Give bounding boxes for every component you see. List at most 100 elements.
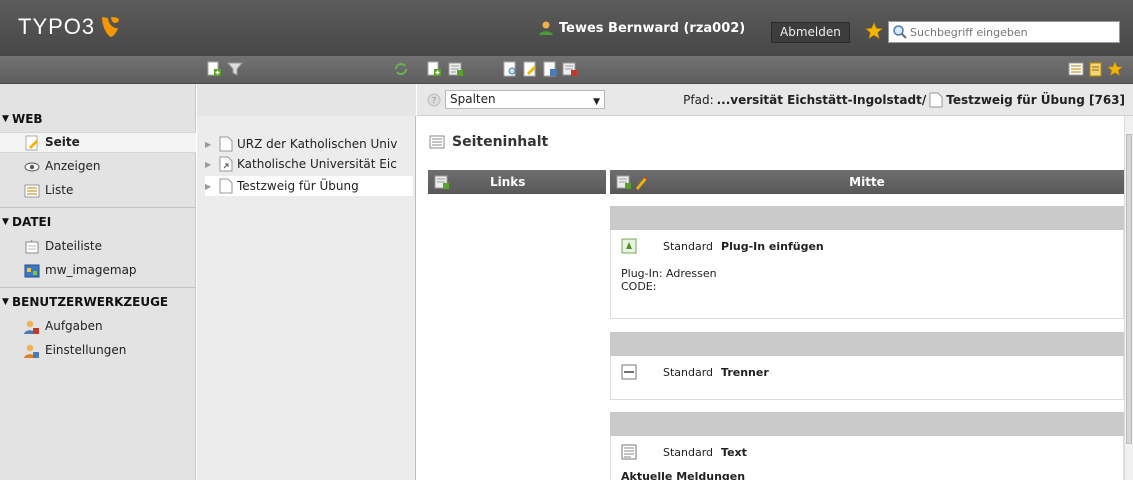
scrollbar-thumb[interactable] [1126, 134, 1132, 444]
expand-arrow-icon[interactable]: ▶ [205, 140, 215, 149]
content-element-type: Standard [663, 445, 714, 459]
content-element[interactable]: Standard Trenner [610, 356, 1124, 400]
page-icon [219, 136, 233, 152]
module-item-mw-imagemap[interactable]: mw_imagemap [0, 260, 196, 281]
column-header-links: Links [428, 170, 606, 194]
divider-icon[interactable] [621, 364, 637, 380]
user-menu[interactable]: Tewes Bernward (rza002) [538, 20, 745, 36]
file-list-icon [25, 239, 39, 253]
module-group-benutzerwerkzeuge[interactable]: BENUTZERWERKZEUGE [0, 295, 196, 309]
module-item-label: Liste [45, 183, 74, 197]
module-item-dateiliste[interactable]: Dateiliste [0, 236, 196, 257]
function-menu: ? Spalten ▼ [427, 90, 605, 109]
typo3-logo[interactable]: TYPO3 [18, 14, 121, 40]
module-group-datei[interactable]: DATEI [0, 215, 196, 229]
view-page-icon[interactable] [502, 61, 518, 77]
content-list-icon [429, 135, 445, 149]
function-select[interactable]: Spalten ▼ [445, 90, 605, 109]
clipboard-icon[interactable] [1088, 61, 1104, 77]
path-value: ...versität Eichstätt-Ingolstadt/ [716, 93, 927, 107]
content-element-title: Trenner [721, 365, 769, 379]
expand-arrow-icon[interactable]: ▶ [205, 182, 215, 191]
module-item-label: mw_imagemap [45, 263, 137, 277]
help-icon[interactable]: ? [427, 93, 441, 107]
module-item-label: Anzeigen [45, 159, 101, 173]
content-element-type: Standard [663, 365, 714, 379]
module-item-label: Aufgaben [45, 319, 103, 333]
tree-item[interactable]: ▶ URZ der Katholischen Univ [205, 134, 413, 154]
list-view-icon[interactable] [1068, 61, 1084, 77]
expand-arrow-icon[interactable]: ▶ [205, 160, 215, 169]
user-settings-icon [24, 344, 39, 358]
top-bar: TYPO3 Tewes Bernward (rza002) Abmelden [0, 0, 1133, 56]
refresh-icon[interactable] [393, 61, 409, 77]
content-element-head: Standard Plug-In einfügen [621, 238, 824, 254]
tree-item[interactable]: ▶ Katholische Universität Eic [205, 154, 413, 174]
content-element-type: Standard [663, 239, 714, 253]
new-content-element-icon[interactable] [434, 174, 450, 190]
breadcrumb: Pfad: ...versität Eichstätt-Ingolstadt/ … [683, 92, 1125, 108]
content-element[interactable]: Standard Plug-In einfügen Plug-In: Adres… [610, 230, 1124, 319]
page-title: Testzweig für Übung [763] [946, 93, 1125, 107]
module-item-einstellungen[interactable]: Einstellungen [0, 340, 196, 361]
add-shortcut-star-icon[interactable] [1107, 61, 1123, 77]
user-icon [539, 21, 553, 35]
new-page-icon[interactable] [206, 61, 222, 77]
tree-item-label: Testzweig für Übung [237, 179, 359, 193]
chevron-down-icon: ▼ [593, 97, 600, 107]
page-edit-icon [25, 135, 38, 150]
module-menu: WEB Seite Anzeigen Liste DATEI Dateilist… [0, 84, 196, 480]
imagemap-icon [24, 264, 40, 277]
module-item-liste[interactable]: Liste [0, 180, 196, 201]
section-title: Seiteninhalt [429, 134, 548, 150]
bookmark-star-icon[interactable] [865, 22, 883, 40]
content-element-head: Standard Text [621, 444, 747, 460]
vertical-scrollbar[interactable] [1124, 116, 1133, 480]
filter-icon[interactable] [227, 61, 243, 77]
new-content-icon[interactable] [426, 61, 442, 77]
logout-button[interactable]: Abmelden [771, 22, 850, 43]
plugin-icon[interactable] [621, 238, 637, 254]
section-title-text: Seiteninhalt [452, 134, 549, 150]
module-separator [0, 207, 196, 208]
page-tree: ▶ URZ der Katholischen Univ ▶ Katholisch… [197, 84, 416, 480]
page-icon [219, 178, 233, 194]
search-icon [893, 25, 907, 39]
column-title: Links [490, 175, 526, 189]
tree-item-label: URZ der Katholischen Univ [237, 137, 398, 151]
new-record-icon[interactable] [448, 61, 464, 77]
module-group-web[interactable]: WEB [0, 112, 196, 126]
edit-page-icon[interactable] [522, 61, 538, 77]
content-element-title: Plug-In einfügen [721, 239, 824, 253]
tree-item-label: Katholische Universität Eic [237, 157, 397, 171]
content-element-text: Aktuelle Meldungen [621, 470, 746, 480]
module-item-anzeigen[interactable]: Anzeigen [0, 156, 196, 177]
content-area: ? Spalten ▼ Pfad: ...versität Eichstätt-… [417, 84, 1133, 480]
text-element-icon[interactable] [621, 444, 637, 460]
content-element-header-bar[interactable] [610, 206, 1124, 230]
page-shortcut-icon [219, 156, 233, 172]
module-item-aufgaben[interactable]: Aufgaben [0, 316, 196, 337]
path-label: Pfad: [683, 93, 714, 107]
page-icon [929, 92, 943, 108]
function-select-value: Spalten [450, 92, 496, 106]
page-history-icon[interactable] [562, 61, 578, 77]
user-tasks-icon [24, 320, 39, 334]
typo3-logo-icon [102, 17, 120, 37]
content-element-header-bar[interactable] [610, 412, 1124, 436]
user-name: Tewes Bernward (rza002) [559, 20, 746, 36]
content-element-text: Plug-In: Adressen CODE: [621, 267, 717, 293]
content-element[interactable]: Standard Text Aktuelle Meldungen [610, 436, 1124, 480]
doc-header: ? Spalten ▼ Pfad: ...versität Eichstätt-… [417, 84, 1133, 116]
search-input[interactable] [910, 23, 1115, 41]
content-element-title: Text [721, 445, 747, 459]
module-item-label: Dateiliste [45, 239, 103, 253]
module-item-seite[interactable]: Seite [0, 132, 196, 153]
column-title: Mitte [849, 175, 885, 189]
module-item-label: Einstellungen [45, 343, 127, 357]
content-element-header-bar[interactable] [610, 332, 1124, 356]
svg-text:?: ? [432, 96, 437, 106]
list-icon [24, 184, 40, 197]
page-properties-icon[interactable] [542, 61, 558, 77]
tree-item-selected[interactable]: ▶ Testzweig für Übung [205, 176, 413, 196]
